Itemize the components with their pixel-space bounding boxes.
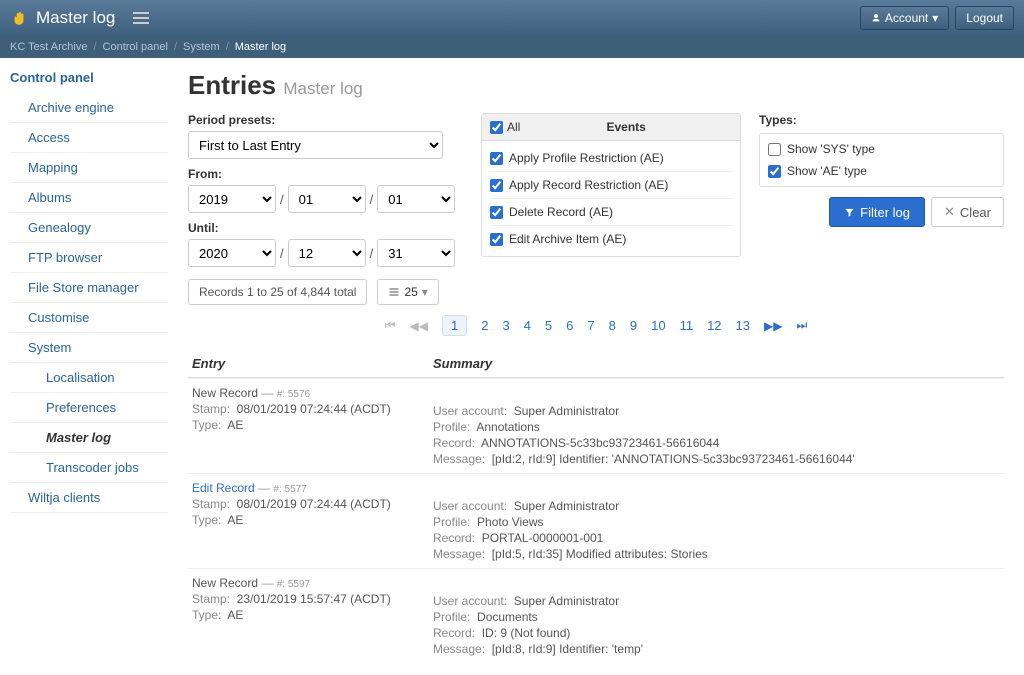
column-entry: Entry <box>188 356 433 371</box>
chevron-down-icon: ▾ <box>422 285 428 299</box>
event-checkbox[interactable] <box>490 233 503 246</box>
page-link[interactable]: 13 <box>736 318 750 333</box>
sidebar: Control panel Archive engine Access Mapp… <box>0 58 168 675</box>
sidebar-sub-masterlog[interactable]: Master log <box>10 423 168 453</box>
entry-title[interactable]: Edit Record <box>192 481 255 495</box>
breadcrumb-item-active: Master log <box>235 41 286 53</box>
sidebar-item-access[interactable]: Access <box>10 123 168 153</box>
page-link[interactable]: 11 <box>680 318 694 333</box>
sidebar-sub-transcoder[interactable]: Transcoder jobs <box>10 453 168 483</box>
page-link[interactable]: 6 <box>566 318 573 333</box>
x-icon: ✕ <box>944 204 955 220</box>
sidebar-sub-preferences[interactable]: Preferences <box>10 393 168 423</box>
page-link[interactable]: 8 <box>609 318 616 333</box>
type-sys-checkbox[interactable] <box>768 143 781 156</box>
breadcrumb-item[interactable]: System <box>183 41 220 53</box>
next-page-icon[interactable]: ▶▶ <box>764 319 782 333</box>
navbar-title: Master log <box>36 8 115 28</box>
event-checkbox[interactable] <box>490 206 503 219</box>
sidebar-sub-localisation[interactable]: Localisation <box>10 363 168 393</box>
filter-log-button[interactable]: Filter log <box>829 197 925 227</box>
types-label: Types: <box>759 113 1004 127</box>
period-presets-label: Period presets: <box>188 113 463 127</box>
event-checkbox[interactable] <box>490 179 503 192</box>
sidebar-item-filestore[interactable]: File Store manager <box>10 273 168 303</box>
navbar-brand: Master log <box>10 8 149 28</box>
breadcrumb-item[interactable]: Control panel <box>103 41 168 53</box>
events-box: All Events Apply Profile Restriction (AE… <box>481 113 741 257</box>
table-row: New Record — #: 5597 Stamp: 23/01/2019 1… <box>188 568 1004 663</box>
first-page-icon: ⏮ <box>385 318 396 333</box>
until-year-select[interactable]: 2020 <box>188 239 276 267</box>
pagination: ⏮ ◀◀ 1 2 3 4 5 6 7 8 9 10 11 12 13 ▶▶ ⏭ <box>188 315 1004 336</box>
page-link[interactable]: 7 <box>587 318 594 333</box>
entry-title: New Record <box>192 386 258 400</box>
page-link[interactable]: 10 <box>651 318 665 333</box>
events-all-checkbox[interactable] <box>490 121 503 134</box>
logout-button[interactable]: Logout <box>955 6 1014 30</box>
until-month-select[interactable]: 12 <box>288 239 366 267</box>
breadcrumb: KC Test Archive/ Control panel/ System/ … <box>0 36 1024 58</box>
entry-hash: #: 5597 <box>277 579 310 590</box>
column-summary: Summary <box>433 356 1004 371</box>
list-icon <box>388 286 400 298</box>
page-link[interactable]: 9 <box>630 318 637 333</box>
page-link[interactable]: 12 <box>707 318 721 333</box>
event-checkbox[interactable] <box>490 152 503 165</box>
entry-hash: #: 5576 <box>277 389 310 400</box>
filter-icon <box>844 207 855 218</box>
table-row: New Record — #: 5576 Stamp: 08/01/2019 0… <box>188 378 1004 473</box>
from-day-select[interactable]: 01 <box>377 185 455 213</box>
type-ae-checkbox[interactable] <box>768 165 781 178</box>
sidebar-item-system[interactable]: System <box>10 333 168 363</box>
page-link[interactable]: 5 <box>545 318 552 333</box>
clear-button[interactable]: ✕ Clear <box>931 197 1004 227</box>
hamburger-icon[interactable] <box>133 12 149 24</box>
sidebar-item-archive-engine[interactable]: Archive engine <box>10 93 168 123</box>
sidebar-item-wiltja[interactable]: Wiltja clients <box>10 483 168 513</box>
table-row: Edit Record — #: 5577 Stamp: 08/01/2019 … <box>188 473 1004 568</box>
sidebar-item-ftp[interactable]: FTP browser <box>10 243 168 273</box>
page-size-button[interactable]: 25 ▾ <box>377 279 438 305</box>
sidebar-item-albums[interactable]: Albums <box>10 183 168 213</box>
until-day-select[interactable]: 31 <box>377 239 455 267</box>
last-page-icon[interactable]: ⏭ <box>796 318 807 333</box>
from-month-select[interactable]: 01 <box>288 185 366 213</box>
page-link[interactable]: 2 <box>481 318 488 333</box>
breadcrumb-item[interactable]: KC Test Archive <box>10 41 87 53</box>
until-label: Until: <box>188 221 463 235</box>
user-icon <box>871 13 881 23</box>
sidebar-item-mapping[interactable]: Mapping <box>10 153 168 183</box>
entry-hash: #: 5577 <box>273 484 306 495</box>
sidebar-item-customise[interactable]: Customise <box>10 303 168 333</box>
page-title: Entries Master log <box>188 70 1004 101</box>
from-label: From: <box>188 167 463 181</box>
period-preset-select[interactable]: First to Last Entry <box>188 131 443 159</box>
entry-title: New Record <box>192 576 258 590</box>
chevron-down-icon: ▾ <box>932 11 938 25</box>
account-button[interactable]: Account ▾ <box>860 6 949 30</box>
sidebar-heading[interactable]: Control panel <box>10 70 168 85</box>
records-info: Records 1 to 25 of 4,844 total <box>188 279 367 305</box>
page-link[interactable]: 4 <box>524 318 531 333</box>
navbar: Master log Account ▾ Logout <box>0 0 1024 36</box>
prev-page-icon: ◀◀ <box>410 319 428 333</box>
from-year-select[interactable]: 2019 <box>188 185 276 213</box>
page-link[interactable]: 1 <box>442 315 467 336</box>
hand-logo-icon <box>10 9 28 27</box>
sidebar-item-genealogy[interactable]: Genealogy <box>10 213 168 243</box>
page-link[interactable]: 3 <box>502 318 509 333</box>
